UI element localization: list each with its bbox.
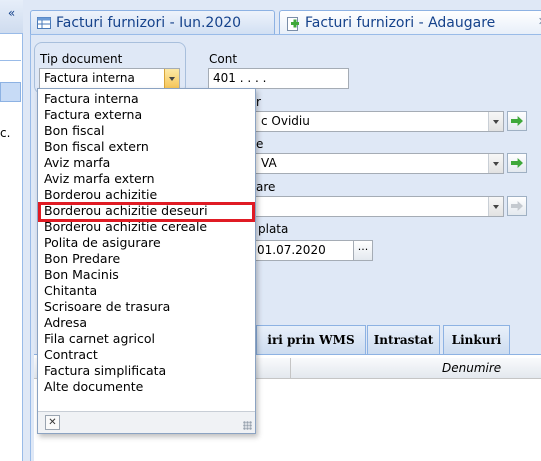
chevron-down-icon[interactable] [488,197,503,216]
add-document-icon [286,16,300,31]
collapse-panel-button[interactable]: « [0,0,23,34]
column-header-denumire[interactable]: Denumire [442,361,501,375]
arrow-right-icon [511,201,523,211]
dropdown-item[interactable]: Fila carnet agricol [38,331,255,347]
dropdown-item[interactable]: Borderou achizitie [38,187,255,203]
dropdown-item[interactable]: Factura simplificata [38,363,255,379]
tab-label: Intrastat [373,333,434,347]
grid-icon [37,16,51,29]
dropdown-item[interactable]: Bon Predare [38,251,255,267]
dropdown-item[interactable]: Contract [38,347,255,363]
dropdown-list: Factura interna Factura externa Bon fisc… [38,91,255,395]
tab-label: Facturi furnizori - Adaugare [305,14,496,31]
dropdown-item[interactable]: Aviz marfa [38,155,255,171]
tab-facturi-furnizori-adaugare[interactable]: Facturi furnizori - Adaugare ✕ [279,10,541,34]
tip-document-combo[interactable]: Factura interna [39,68,180,89]
cont-label: Cont [209,52,238,66]
dropdown-item[interactable]: Factura externa [38,107,255,123]
dropdown-item-highlighted[interactable]: Borderou achizitie deseuri [38,203,255,219]
tab-facturi-furnizori-list[interactable]: Facturi furnizori - Iun.2020 [30,10,275,34]
arrow-right-icon [511,158,523,168]
left-strip-selected-item[interactable] [0,82,21,102]
field4-label: are [256,180,276,194]
tab-label: Linkuri [451,333,502,347]
left-navigation-strip: « c. [0,0,23,461]
dropdown-item[interactable]: Adresa [38,315,255,331]
tip-document-label: Tip document [40,52,123,66]
tip-document-value: Factura interna [44,71,135,85]
dropdown-item[interactable]: Borderou achizitie cereale [38,219,255,235]
dropdown-item[interactable]: Scrisoare de trasura [38,299,255,315]
chevron-down-icon[interactable] [488,154,503,173]
chevron-down-icon[interactable] [488,112,503,131]
date-picker-button[interactable]: ··· [353,240,373,261]
tab-label: Facturi furnizori - Iun.2020 [56,14,242,31]
tab-linkuri[interactable]: Linkuri [443,325,510,354]
field2-label: r [256,95,261,109]
cont-value: 401 . . . . [213,71,267,85]
dropdown-item[interactable]: Chitanta [38,283,255,299]
cont-field[interactable]: 401 . . . . [208,68,349,89]
dropdown-footer: ✕ [38,411,255,433]
tip-document-dropdown[interactable]: Factura interna Factura externa Bon fisc… [37,88,256,434]
arrow-right-icon [511,116,523,126]
chevron-down-icon[interactable] [164,69,179,88]
field4-go-button [507,196,527,216]
collapse-icon: « [7,6,16,20]
dropdown-item[interactable]: Alte documente [38,379,255,395]
dropdown-item[interactable]: Polita de asigurare [38,235,255,251]
tab-intrastat[interactable]: Intrastat [367,325,440,354]
dropdown-item[interactable]: Bon fiscal [38,123,255,139]
column-divider [290,358,291,378]
data-plata-label: plata [258,222,289,236]
dropdown-item[interactable]: Aviz marfa extern [38,171,255,187]
field3-go-button[interactable] [507,153,527,173]
document-tab-bar: Facturi furnizori - Iun.2020 Facturi fur… [24,10,541,34]
left-strip-partial-text: c. [0,126,11,140]
close-tab-icon[interactable]: ✕ [536,15,541,28]
tab-label: iri prin WMS [267,333,355,347]
dropdown-item[interactable]: Bon fiscal extern [38,139,255,155]
tab-iri-prin-wms[interactable]: iri prin WMS [256,325,366,354]
field3-label: e [256,137,264,151]
dropdown-item[interactable]: Bon Macinis [38,267,255,283]
dropdown-item[interactable]: Factura interna [38,91,255,107]
field2-go-button[interactable] [507,111,527,131]
left-strip-divider [0,60,21,61]
clear-selection-icon[interactable]: ✕ [45,415,60,430]
resize-grip-icon[interactable] [243,421,252,430]
